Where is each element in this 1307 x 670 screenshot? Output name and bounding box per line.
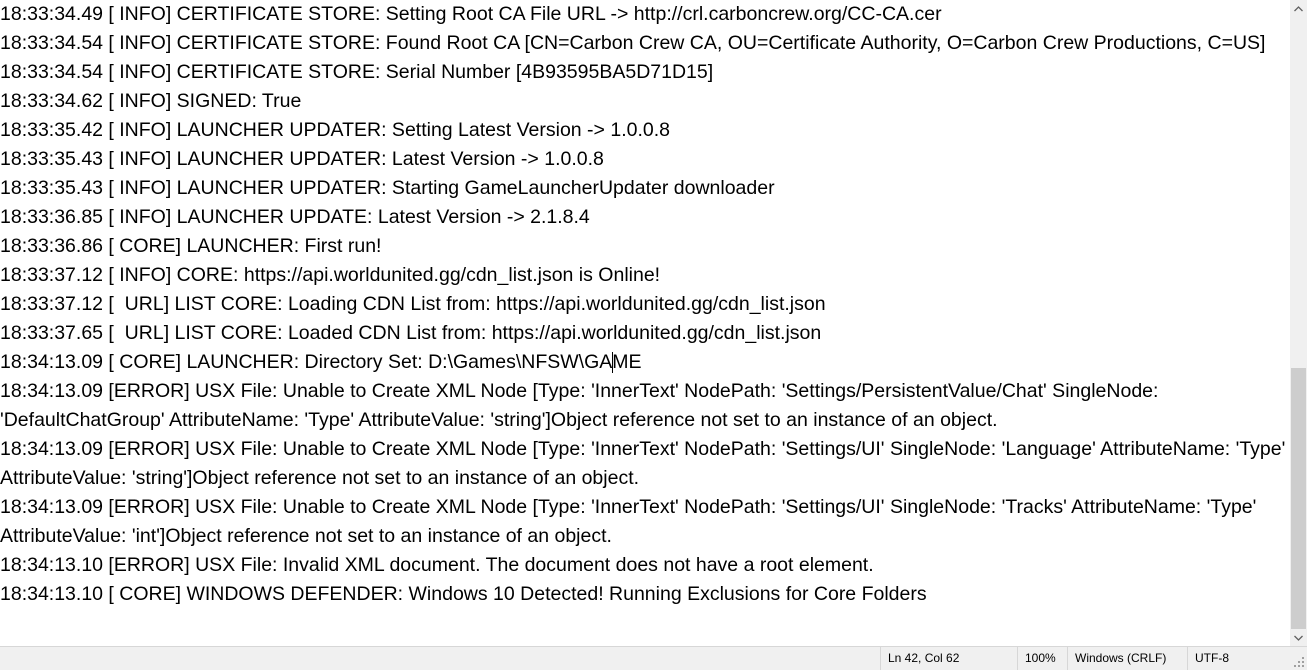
log-line: 18:33:35.43 [ INFO] LAUNCHER UPDATER: St… xyxy=(0,177,775,199)
log-line: 18:34:13.09 [ CORE] LAUNCHER: Directory … xyxy=(0,351,642,374)
text-editor-area[interactable]: 18:33:34.49 [ INFO] CERTIFICATE STORE: S… xyxy=(0,0,1290,646)
log-line: 18:33:35.42 [ INFO] LAUNCHER UPDATER: Se… xyxy=(0,119,670,141)
log-line: 18:33:35.43 [ INFO] LAUNCHER UPDATER: La… xyxy=(0,148,604,170)
chevron-down-icon[interactable] xyxy=(1290,629,1307,646)
line-ending: Windows (CRLF) xyxy=(1067,647,1187,670)
chevron-up-icon[interactable] xyxy=(1290,0,1307,17)
log-line: 18:33:37.65 [ URL] LIST CORE: Loaded CDN… xyxy=(0,322,822,344)
log-line: 18:33:34.49 [ INFO] CERTIFICATE STORE: S… xyxy=(0,3,942,25)
text-caret xyxy=(611,352,613,374)
log-line: 18:33:37.12 [ INFO] CORE: https://api.wo… xyxy=(0,264,661,286)
log-line: 18:34:13.10 [ CORE] WINDOWS DEFENDER: Wi… xyxy=(0,583,927,605)
log-line: 18:34:13.09 [ERROR] USX File: Unable to … xyxy=(0,496,1257,518)
scrollbar-thumb[interactable] xyxy=(1291,368,1306,629)
log-line: 18:33:34.54 [ INFO] CERTIFICATE STORE: S… xyxy=(0,61,714,83)
log-line: 18:33:34.54 [ INFO] CERTIFICATE STORE: F… xyxy=(0,32,1266,54)
log-line: 18:33:37.12 [ URL] LIST CORE: Loading CD… xyxy=(0,293,826,315)
log-line: 18:33:36.85 [ INFO] LAUNCHER UPDATE: Lat… xyxy=(0,206,590,228)
notepad-window: 18:33:34.49 [ INFO] CERTIFICATE STORE: S… xyxy=(0,0,1307,670)
log-line: 18:34:13.10 [ERROR] USX File: Invalid XM… xyxy=(0,554,874,576)
zoom-level: 100% xyxy=(1017,647,1067,670)
encoding: UTF-8 xyxy=(1187,647,1293,670)
log-line: 18:33:34.62 [ INFO] SIGNED: True xyxy=(0,90,302,112)
log-line: 18:34:13.09 [ERROR] USX File: Unable to … xyxy=(0,438,1286,460)
cursor-position: Ln 42, Col 62 xyxy=(880,647,1017,670)
vertical-scrollbar[interactable] xyxy=(1290,0,1307,646)
log-line: AttributeValue: 'string']Object referenc… xyxy=(0,467,640,489)
log-line: 'DefaultChatGroup' AttributeName: 'Type'… xyxy=(0,409,998,431)
log-line: 18:34:13.09 [ERROR] USX File: Unable to … xyxy=(0,380,1159,402)
log-line: 18:33:36.86 [ CORE] LAUNCHER: First run! xyxy=(0,235,382,257)
status-bar: Ln 42, Col 62 100% Windows (CRLF) UTF-8 xyxy=(0,646,1307,670)
log-line: AttributeValue: 'int']Object reference n… xyxy=(0,525,612,547)
resize-grip-icon[interactable] xyxy=(1293,656,1305,668)
